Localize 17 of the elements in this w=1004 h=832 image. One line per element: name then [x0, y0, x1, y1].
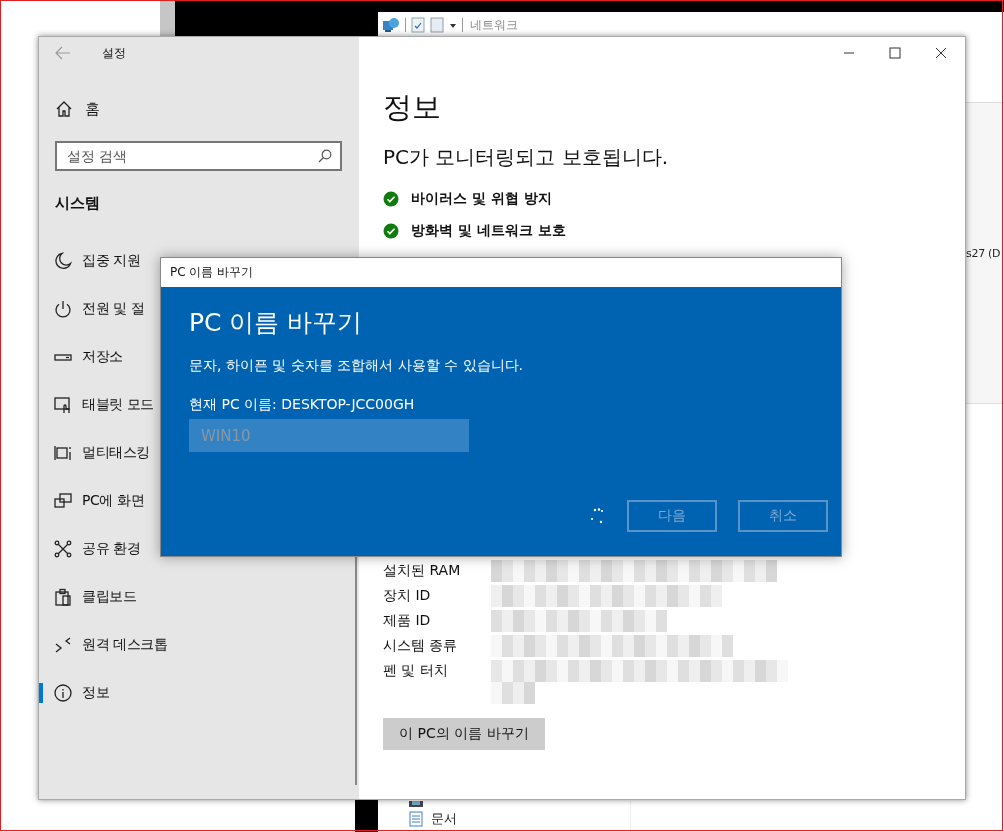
spec-label: 장치 ID [383, 586, 432, 605]
spec-label: 펜 및 터치 [383, 661, 449, 680]
page-title: 정보 [383, 89, 441, 126]
status-heading: PC가 모니터링되고 보호됩니다. [383, 144, 669, 171]
current-name-text: 현재 PC 이름: DESKTOP-JCC00GH [189, 395, 415, 414]
address-text: 네트워크 [470, 16, 518, 34]
window-title: PC 이름 바꾸기 [170, 264, 254, 281]
dialog-heading: PC 이름 바꾸기 [189, 307, 363, 339]
spec-label: 제품 ID [383, 611, 432, 630]
spec-label: 설치된 RAM [383, 561, 462, 580]
status-item: 방화벽 및 네트워크 보호 [411, 222, 566, 240]
status-item: 바이러스 및 위협 방지 [411, 190, 552, 208]
dialog-description: 문자, 하이픈 및 숫자를 조합해서 사용할 수 있습니다. [189, 356, 524, 375]
list-item-text: s27 (D [966, 247, 1001, 260]
window-title: 설정 [102, 44, 126, 62]
spec-label: 시스템 종류 [383, 636, 459, 655]
section-heading: 시스템 [55, 193, 101, 214]
